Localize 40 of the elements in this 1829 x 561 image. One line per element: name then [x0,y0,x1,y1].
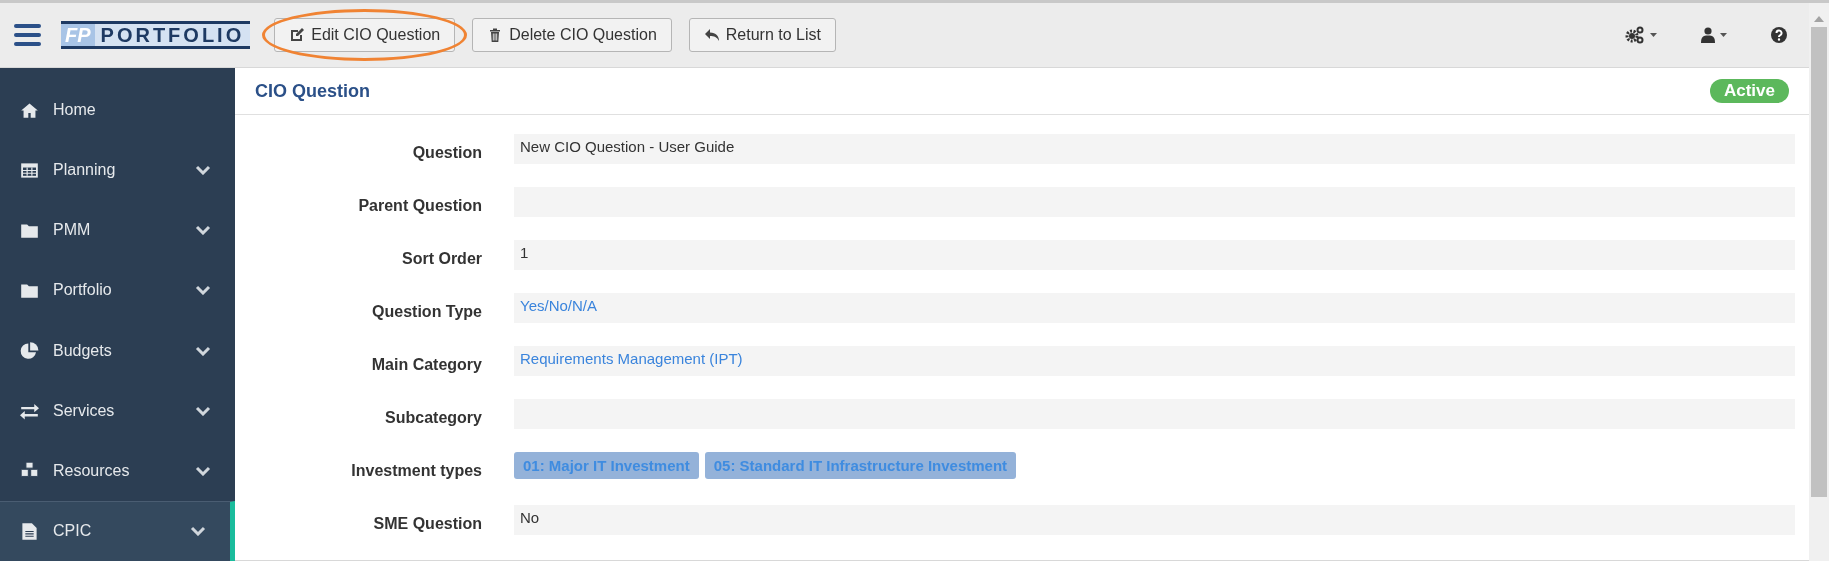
sidebar-item[interactable]: Portfolio [0,260,235,321]
field-value: No [514,505,1795,535]
help-icon[interactable] [1771,27,1787,43]
field-label: SME Question [372,514,482,534]
panel-title: CIO Question [255,79,370,103]
sidebar-item[interactable]: Home [0,80,235,141]
scrollbar-thumb[interactable] [1811,27,1827,497]
sidebar-item[interactable]: CPIC [0,500,235,561]
status-badge: Active [1709,79,1789,103]
toolbar-button[interactable]: Return to List [688,18,836,52]
sidebar-item[interactable]: Planning [0,140,235,201]
scrollbar[interactable] [1809,3,1829,561]
field-value: New CIO Question - User Guide [514,134,1795,164]
edit-icon [289,27,306,43]
field-label: Question Type [371,302,482,322]
toolbar-button[interactable]: Edit CIO Question [274,18,456,52]
reply-arrow-icon [703,27,720,43]
settings-gears-icon[interactable] [1625,26,1657,44]
field-label: Subcategory [384,408,482,428]
document-icon [20,521,39,541]
field-label: Parent Question [357,196,482,216]
pie-chart-icon [20,341,39,361]
field-label: Sort Order [401,249,482,269]
sidebar-item[interactable]: Budgets [0,320,235,381]
toolbar-button[interactable]: Delete CIO Question [472,18,672,52]
arrows-icon [20,401,39,421]
field-link[interactable]: Requirements Management (IPT) [520,350,743,367]
sidebar-item[interactable]: PMM [0,200,235,261]
field-label: Question [411,143,482,163]
sidebar-item[interactable]: Services [0,380,235,441]
field-label: Investment types [350,461,482,481]
table-icon [20,160,39,180]
field-label: Main Category [370,355,482,375]
sidebar-item[interactable]: Resources [0,440,235,501]
field-value: 1 [514,240,1795,270]
menu-icon[interactable] [14,24,41,46]
home-icon [20,100,39,120]
field-link[interactable]: Yes/No/N/A [520,297,597,314]
app-logo: FP PORTFOLIO [61,21,251,49]
user-menu-icon[interactable] [1701,27,1727,43]
